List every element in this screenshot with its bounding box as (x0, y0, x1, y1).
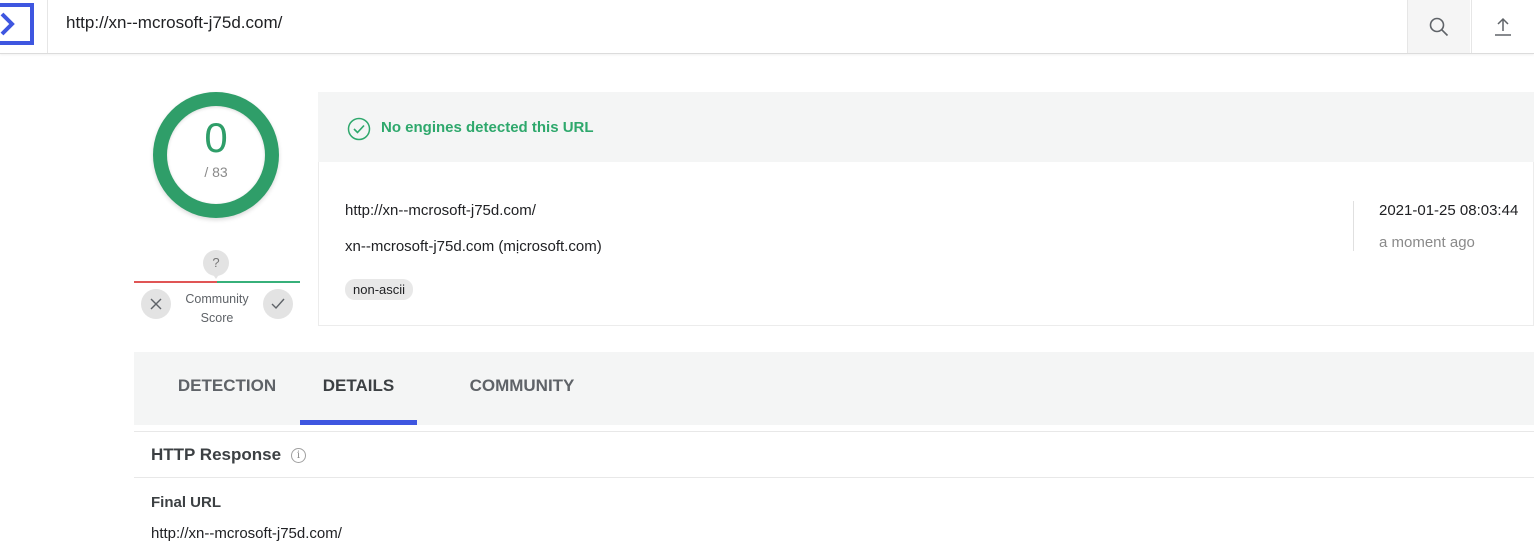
check-circle-icon (347, 117, 371, 141)
detection-status-message: No engines detected this URL (381, 119, 594, 136)
active-tab-indicator (300, 420, 417, 425)
top-bar (0, 0, 1534, 54)
scanned-url: http://xn--mcrosoft-j75d.com/ (345, 202, 536, 219)
community-malicious-bar (217, 281, 300, 283)
upload-icon (1495, 17, 1511, 36)
analysis-date: 2021-01-25 08:03:44 (1379, 202, 1519, 219)
info-icon[interactable]: i (291, 448, 306, 463)
detection-count: 0 (204, 114, 228, 161)
section-title-http-response: HTTP Response (151, 445, 282, 464)
community-score-label: Community Score (177, 290, 257, 328)
engine-total: / 83 (204, 164, 228, 180)
score-inner: 0 / 83 (167, 106, 265, 204)
tab-divider (134, 431, 1534, 432)
upload-button[interactable] (1471, 0, 1534, 53)
url-info-panel: http://xn--mcrosoft-j75d.com/ xn--mcroso… (318, 162, 1534, 326)
search-icon (1429, 17, 1449, 36)
report-tabs: DETECTION DETAILS COMMUNITY (134, 352, 1534, 425)
close-icon (150, 298, 162, 310)
scanned-host: xn--mcrosoft-j75d.com (mịcrosoft.com) (345, 238, 602, 255)
detection-status-panel: No engines detected this URL (318, 92, 1534, 162)
final-url-value: http://xn--mcrosoft-j75d.com/ (151, 525, 342, 542)
detection-score-ring: 0 / 83 (153, 92, 279, 218)
logo[interactable] (0, 0, 48, 53)
section-divider (134, 477, 1534, 478)
virustotal-logo-icon (0, 3, 34, 45)
search-input[interactable] (66, 11, 1366, 35)
tag-non-ascii[interactable]: non-ascii (345, 279, 414, 300)
analysis-relative-time: a moment ago (1379, 234, 1475, 251)
community-label-line1: Community (185, 292, 249, 306)
community-harmless-bar (134, 281, 217, 283)
community-label-line2: Score (200, 311, 234, 325)
vote-harmless-button[interactable] (263, 289, 293, 319)
community-score-value: ? (203, 250, 229, 279)
vote-malicious-button[interactable] (141, 289, 171, 319)
final-url-label: Final URL (151, 494, 221, 511)
tab-detection[interactable]: DETECTION (156, 352, 298, 425)
check-icon (271, 298, 285, 310)
info-divider (1353, 201, 1354, 251)
tab-community[interactable]: COMMUNITY (452, 352, 592, 425)
tab-details[interactable]: DETAILS (300, 352, 417, 425)
search-button[interactable] (1407, 0, 1470, 53)
